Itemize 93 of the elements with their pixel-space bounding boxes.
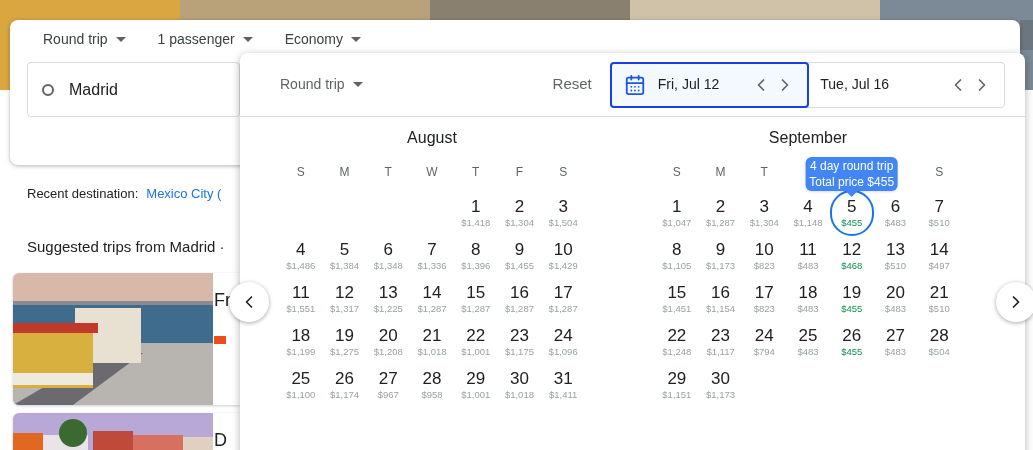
calendar-day[interactable]: 18 $1,199 — [279, 319, 323, 365]
recent-label: Recent destination: — [27, 185, 139, 202]
calendar-day[interactable]: 22 $1,001 — [453, 319, 498, 365]
calendar-day[interactable]: 17 $823 — [742, 276, 787, 322]
calendar-day[interactable]: 21 $510 — [917, 276, 961, 322]
calendar-day[interactable]: 16 $1,154 — [698, 276, 743, 322]
calendar-day[interactable]: 2 $1,304 — [497, 190, 542, 236]
trip-card[interactable]: D — [13, 413, 240, 450]
calendar-day[interactable]: 15 $1,451 — [655, 276, 699, 322]
trip-card[interactable]: Fr — [13, 273, 240, 405]
calendar-day[interactable]: 10 $1,429 — [541, 233, 585, 279]
calendar-day[interactable]: 29 $1,001 — [453, 362, 498, 408]
dropdown-button[interactable]: Round trip — [43, 28, 126, 50]
calendar-day[interactable]: 5 $1,384 — [322, 233, 367, 279]
calendar-day[interactable]: 26 $1,174 — [322, 362, 367, 408]
calendar-day[interactable]: 8 $1,396 — [453, 233, 498, 279]
calendar-day[interactable]: 27 $967 — [366, 362, 411, 408]
calendar-day[interactable]: 16 $1,287 — [497, 276, 542, 322]
calendar-day[interactable]: 15 $1,287 — [453, 276, 498, 322]
calendar-day[interactable]: 5 $455 — [829, 190, 874, 236]
calendar-day[interactable]: 20 $483 — [873, 276, 918, 322]
calendar-day[interactable]: 9 $1,455 — [497, 233, 542, 279]
calendar-day[interactable]: 7 $510 — [917, 190, 961, 236]
weekday-label: S — [935, 164, 944, 181]
calendar-day[interactable]: 4 $1,148 — [786, 190, 830, 236]
month-title: September — [767, 128, 849, 148]
weekday-label: F — [515, 164, 524, 181]
calendar-day[interactable]: 30 $1,173 — [698, 362, 743, 408]
calendar-day[interactable]: 21 $1,018 — [410, 319, 454, 365]
weekday-label: M — [715, 164, 726, 181]
destination-link[interactable]: Mexico City ( — [146, 184, 222, 202]
weekday-label: S — [672, 164, 681, 181]
calendar-day[interactable]: 26 $455 — [829, 319, 874, 365]
airline-logo-icon — [214, 336, 226, 344]
calendar-day[interactable]: 27 $483 — [873, 319, 918, 365]
dropdown-button[interactable]: Economy — [284, 28, 361, 50]
calendar-day[interactable]: 6 $1,348 — [366, 233, 411, 279]
calendar-day[interactable]: 2 $1,287 — [698, 190, 743, 236]
calendar-day[interactable]: 11 $1,551 — [279, 276, 323, 322]
section-heading: Suggested trips from Madrid · — [27, 237, 226, 257]
calendar-day[interactable]: 23 $1,117 — [698, 319, 743, 365]
calendar-day[interactable]: 6 $483 — [873, 190, 918, 236]
calendar-day[interactable]: 8 $1,105 — [655, 233, 699, 279]
calendar-day[interactable]: 7 $1,336 — [410, 233, 454, 279]
calendar-day[interactable]: 25 $483 — [786, 319, 830, 365]
calendar-day[interactable]: 11 $483 — [786, 233, 830, 279]
calendar-day[interactable]: 25 $1,100 — [279, 362, 323, 408]
calendar-day[interactable]: 14 $1,287 — [410, 276, 454, 322]
calendar-day[interactable]: 3 $1,304 — [742, 190, 787, 236]
calendar-day[interactable]: 29 $1,151 — [655, 362, 699, 408]
reset-button[interactable]: Reset — [552, 73, 592, 96]
caret-icon — [242, 36, 253, 42]
calendar-day[interactable]: 17 $1,287 — [541, 276, 585, 322]
calendar-day[interactable]: 24 $794 — [742, 319, 787, 365]
calendar-day[interactable]: 1 $1,047 — [655, 190, 699, 236]
origin-field[interactable]: Madrid — [27, 62, 240, 117]
calendar-day[interactable]: 12 $468 — [829, 233, 874, 279]
weekday-label: W — [426, 164, 438, 181]
calendar-day[interactable]: 10 $823 — [742, 233, 787, 279]
calendar-day[interactable]: 13 $510 — [873, 233, 918, 279]
calendar-day[interactable]: 24 $1,096 — [541, 319, 585, 365]
calendar-day[interactable]: 3 $1,504 — [541, 190, 585, 236]
calendar-day[interactable]: 14 $497 — [917, 233, 961, 279]
weekday-label: T — [760, 164, 768, 181]
calendar-day[interactable]: 13 $1,225 — [366, 276, 411, 322]
weekday-label: T — [384, 164, 392, 181]
trip-type-dropdown[interactable]: Round trip — [280, 74, 363, 95]
caret-icon — [352, 82, 363, 87]
calendar-day[interactable]: 31 $1,411 — [541, 362, 585, 408]
caret-icon — [115, 36, 126, 42]
calendar-day[interactable]: 9 $1,173 — [698, 233, 743, 279]
calendar-day[interactable]: 28 $504 — [917, 319, 961, 365]
calendar-day[interactable]: 23 $1,175 — [497, 319, 542, 365]
calendar-day[interactable]: 1 $1,418 — [453, 190, 498, 236]
weekday-label: T — [472, 164, 480, 181]
calendar-day[interactable]: 19 $1,275 — [322, 319, 367, 365]
trip-title: Fr — [214, 289, 231, 312]
weekday-label: S — [559, 164, 568, 181]
weekday-label: S — [296, 164, 305, 181]
caret-icon — [351, 36, 361, 42]
calendar-day[interactable]: 18 $483 — [786, 276, 830, 322]
calendar-day[interactable]: 4 $1,486 — [279, 233, 323, 279]
weekday-label: M — [339, 164, 350, 181]
calendar-day[interactable]: 28 $958 — [410, 362, 454, 408]
calendar-day[interactable]: 12 $1,317 — [322, 276, 367, 322]
calendar-day[interactable]: 22 $1,248 — [655, 319, 699, 365]
month-title: August — [406, 128, 458, 148]
calendar-day[interactable]: 20 $1,208 — [366, 319, 411, 365]
calendar-day[interactable]: 19 $455 — [829, 276, 874, 322]
tooltip-pointer-icon — [845, 191, 858, 197]
trip-title: D — [214, 429, 227, 450]
calendar-day[interactable]: 30 $1,018 — [497, 362, 542, 408]
dropdown-button[interactable]: 1 passenger — [157, 28, 253, 50]
